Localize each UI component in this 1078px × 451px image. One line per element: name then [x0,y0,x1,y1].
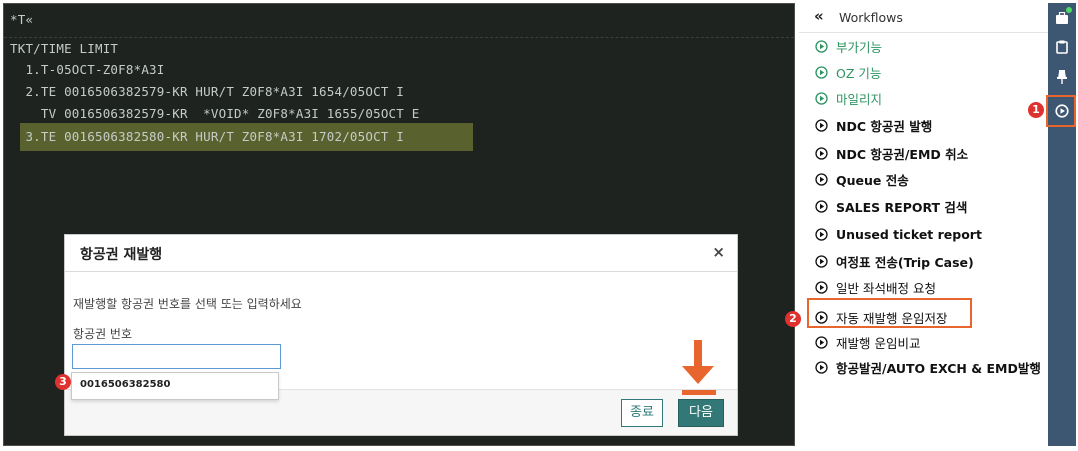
workflow-item[interactable]: 부가기능 [815,34,882,58]
workflow-item[interactable]: 재발행 운임비교 [815,330,920,354]
workflow-item-label: 재발행 운임비교 [836,335,921,351]
workflow-item-label: 부가기능 [836,39,883,55]
workflow-item[interactable]: 여정표 전송(Trip Case) [815,249,974,273]
play-circle-icon [815,39,828,53]
highlight-callout-box [807,298,972,328]
workflow-item-label: 마일리지 [836,91,883,107]
arrow-down-icon [682,340,716,395]
play-circle-icon [815,280,828,294]
play-circle-icon [815,172,828,186]
workflows-title: Workflows [839,10,903,25]
play-circle-icon [815,91,828,105]
play-circle-icon [815,360,828,374]
workflow-item-label: 일반 좌석배정 요청 [836,280,936,296]
step-badge-1: 1 [1028,102,1044,118]
terminal-separator [4,37,794,38]
ticket-suggestion-item[interactable]: 0016506382580 [80,379,170,390]
play-circle-icon [815,227,828,241]
workflow-item-label: Unused ticket report [836,226,982,242]
play-circle-icon [815,199,828,213]
workflow-item-label: 항공발권/AUTO EXCH & EMD발행 [836,360,1041,376]
clipboard-icon[interactable] [1050,35,1074,59]
terminal-line: TKT/TIME LIMIT [10,41,119,56]
workflow-item[interactable]: NDC 항공권 발행 [815,113,932,137]
notification-dot [1066,7,1072,13]
collapse-icon[interactable]: « [814,7,824,25]
workflow-item-label: Queue 전송 [836,172,909,188]
workflows-panel: « Workflows 부가기능 OZ 기능마일리지 NDC 항공권 발행 NDC 항… [799,3,1048,446]
side-icon-rail [1048,3,1076,446]
step-badge-3: 3 [55,374,71,390]
terminal-line: 1.T-05OCT-Z0F8*A3I [10,62,165,77]
dialog-title: 항공권 재발행 [80,247,163,263]
workflow-item[interactable]: 항공발권/AUTO EXCH & EMD발행 [815,355,1041,379]
ticket-reissue-dialog: 항공권 재발행 × 재발행할 항공권 번호를 선택 또는 입력하세요 항공권 번… [64,234,738,436]
workflow-item-label: 여정표 전송(Trip Case) [836,254,974,270]
dialog-description: 재발행할 항공권 번호를 선택 또는 입력하세요 [73,297,302,311]
pin-icon[interactable] [1050,65,1074,89]
terminal-line-selected: 3.TE 0016506382580-KR HUR/T Z0F8*A3I 170… [10,129,405,144]
terminal-command-line: *T« [10,12,34,27]
workflow-item-label: NDC 항공권/EMD 취소 [836,146,969,162]
step-badge-2: 2 [785,311,801,327]
highlight-callout-box [1046,95,1076,127]
ticket-suggestion-dropdown[interactable]: 0016506382580 [71,372,279,400]
play-circle-icon [815,254,828,268]
terminal-line: TV 0016506382579-KR *VOID* Z0F8*A3I 1655… [10,106,420,121]
workflow-item[interactable]: NDC 항공권/EMD 취소 [815,141,968,165]
briefcase-icon[interactable] [1050,6,1074,30]
workflow-item-label: NDC 항공권 발행 [836,118,933,134]
terminal-line: 2.TE 0016506382579-KR HUR/T Z0F8*A3I 165… [10,84,405,99]
workflows-header: « Workflows [799,3,1048,33]
workflow-item[interactable]: SALES REPORT 검색 [815,194,967,218]
ticket-number-label: 항공권 번호 [73,327,133,341]
play-circle-icon [815,118,828,132]
play-circle-icon [815,146,828,160]
close-button[interactable]: × [712,243,725,261]
close-dialog-button[interactable]: 종료 [621,399,663,427]
workflow-item[interactable]: Queue 전송 [815,167,909,191]
workflow-item[interactable]: 일반 좌석배정 요청 [815,275,936,299]
play-circle-icon [815,335,828,349]
workflow-item[interactable]: 마일리지 [815,86,882,110]
workflow-item-label: OZ 기능 [836,65,882,81]
workflow-item-label: SALES REPORT 검색 [836,199,968,215]
workflow-item[interactable]: Unused ticket report [815,222,982,246]
workflow-item[interactable]: OZ 기능 [815,60,881,84]
play-circle-icon [815,65,828,79]
ticket-number-input[interactable] [72,344,281,369]
dialog-header: 항공권 재발행 × [65,235,737,272]
next-button[interactable]: 다음 [678,399,724,427]
